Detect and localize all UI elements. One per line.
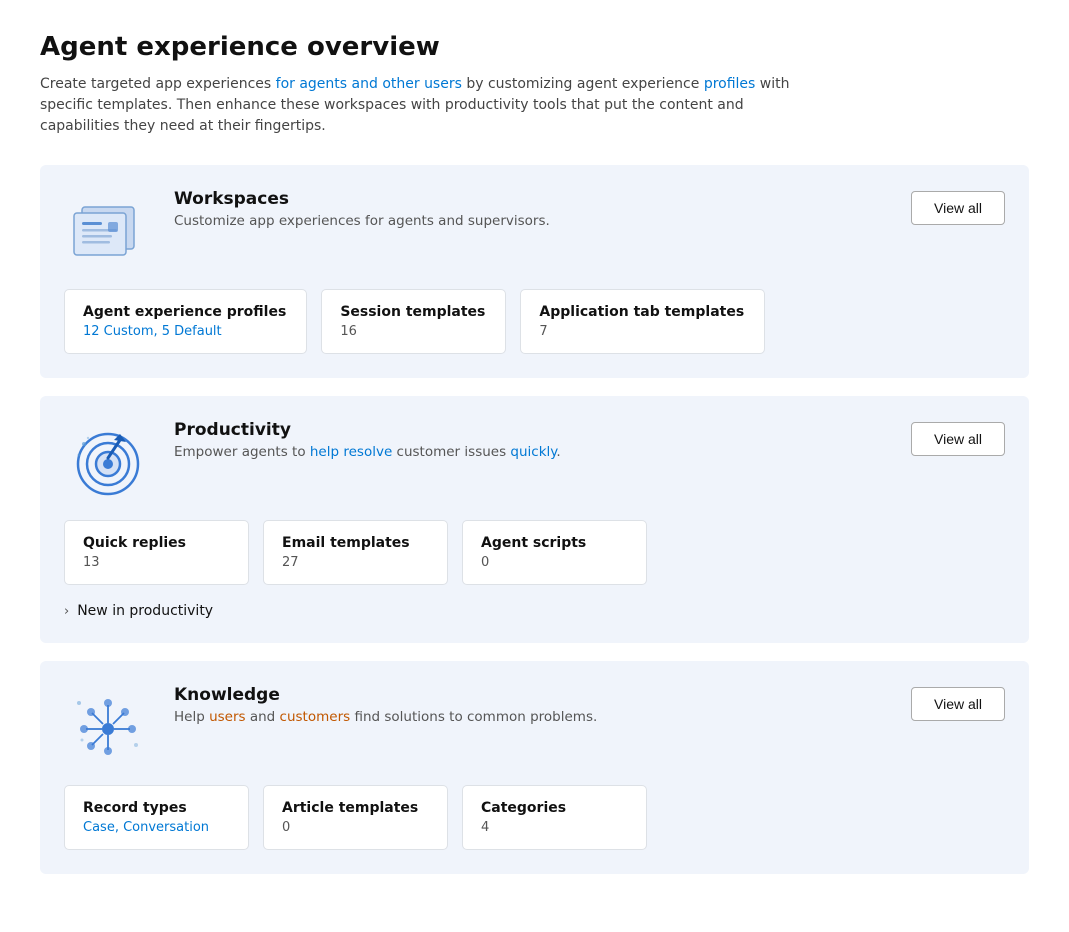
article-templates-tile[interactable]: Article templates 0 [263, 785, 448, 850]
workspaces-header: Workspaces Customize app experiences for… [64, 189, 1005, 269]
session-templates-label: Session templates [340, 304, 485, 320]
categories-label: Categories [481, 800, 626, 816]
new-in-productivity-label: New in productivity [77, 603, 213, 619]
knowledge-link-users[interactable]: users [209, 709, 245, 725]
quick-replies-value: 13 [83, 555, 228, 570]
page-container: Agent experience overview Create targete… [0, 0, 1069, 932]
productivity-subtitle: Empower agents to help resolve customer … [174, 444, 561, 460]
desc-link-profiles[interactable]: profiles [704, 76, 756, 92]
knowledge-left: Knowledge Help users and customers find … [64, 685, 597, 765]
agent-scripts-value: 0 [481, 555, 626, 570]
knowledge-header: Knowledge Help users and customers find … [64, 685, 1005, 765]
record-types-label: Record types [83, 800, 228, 816]
productivity-text: Productivity Empower agents to help reso… [174, 420, 561, 460]
application-tab-templates-value: 7 [539, 324, 744, 339]
knowledge-icon [64, 685, 154, 765]
productivity-tiles: Quick replies 13 Email templates 27 Agen… [64, 520, 1005, 585]
categories-value: 4 [481, 820, 626, 835]
session-templates-tile[interactable]: Session templates 16 [321, 289, 506, 354]
agent-scripts-label: Agent scripts [481, 535, 626, 551]
workspaces-text: Workspaces Customize app experiences for… [174, 189, 550, 229]
application-tab-templates-tile[interactable]: Application tab templates 7 [520, 289, 765, 354]
categories-tile[interactable]: Categories 4 [462, 785, 647, 850]
knowledge-title: Knowledge [174, 685, 597, 705]
productivity-left: Productivity Empower agents to help reso… [64, 420, 561, 500]
record-types-value: Case, Conversation [83, 820, 228, 835]
email-templates-value: 27 [282, 555, 427, 570]
workspaces-section: Workspaces Customize app experiences for… [40, 165, 1029, 378]
page-title: Agent experience overview [40, 32, 1029, 62]
productivity-link-resolve[interactable]: help resolve [310, 444, 392, 460]
workspaces-tiles: Agent experience profiles 12 Custom, 5 D… [64, 289, 1005, 354]
knowledge-link-customers[interactable]: customers [280, 709, 351, 725]
workspaces-left: Workspaces Customize app experiences for… [64, 189, 550, 269]
agent-scripts-tile[interactable]: Agent scripts 0 [462, 520, 647, 585]
knowledge-tiles: Record types Case, Conversation Article … [64, 785, 1005, 850]
knowledge-text: Knowledge Help users and customers find … [174, 685, 597, 725]
productivity-title: Productivity [174, 420, 561, 440]
article-templates-value: 0 [282, 820, 427, 835]
workspaces-icon [64, 189, 154, 269]
workspaces-view-all-button[interactable]: View all [911, 191, 1005, 225]
desc-link-agents[interactable]: for agents and other users [276, 76, 462, 92]
knowledge-view-all-button[interactable]: View all [911, 687, 1005, 721]
workspaces-subtitle: Customize app experiences for agents and… [174, 213, 550, 229]
chevron-right-icon: › [64, 604, 69, 619]
productivity-link-quickly[interactable]: quickly [510, 444, 556, 460]
record-types-tile[interactable]: Record types Case, Conversation [64, 785, 249, 850]
productivity-icon [64, 420, 154, 500]
productivity-view-all-button[interactable]: View all [911, 422, 1005, 456]
new-in-productivity-row[interactable]: › New in productivity [64, 603, 1005, 619]
agent-experience-profiles-label: Agent experience profiles [83, 304, 286, 320]
application-tab-templates-label: Application tab templates [539, 304, 744, 320]
productivity-header: Productivity Empower agents to help reso… [64, 420, 1005, 500]
quick-replies-label: Quick replies [83, 535, 228, 551]
session-templates-value: 16 [340, 324, 485, 339]
agent-experience-profiles-tile[interactable]: Agent experience profiles 12 Custom, 5 D… [64, 289, 307, 354]
knowledge-section: Knowledge Help users and customers find … [40, 661, 1029, 874]
email-templates-tile[interactable]: Email templates 27 [263, 520, 448, 585]
productivity-section: Productivity Empower agents to help reso… [40, 396, 1029, 643]
page-description: Create targeted app experiences for agen… [40, 74, 820, 137]
agent-experience-profiles-value: 12 Custom, 5 Default [83, 324, 286, 339]
workspaces-title: Workspaces [174, 189, 550, 209]
article-templates-label: Article templates [282, 800, 427, 816]
quick-replies-tile[interactable]: Quick replies 13 [64, 520, 249, 585]
knowledge-subtitle: Help users and customers find solutions … [174, 709, 597, 725]
email-templates-label: Email templates [282, 535, 427, 551]
